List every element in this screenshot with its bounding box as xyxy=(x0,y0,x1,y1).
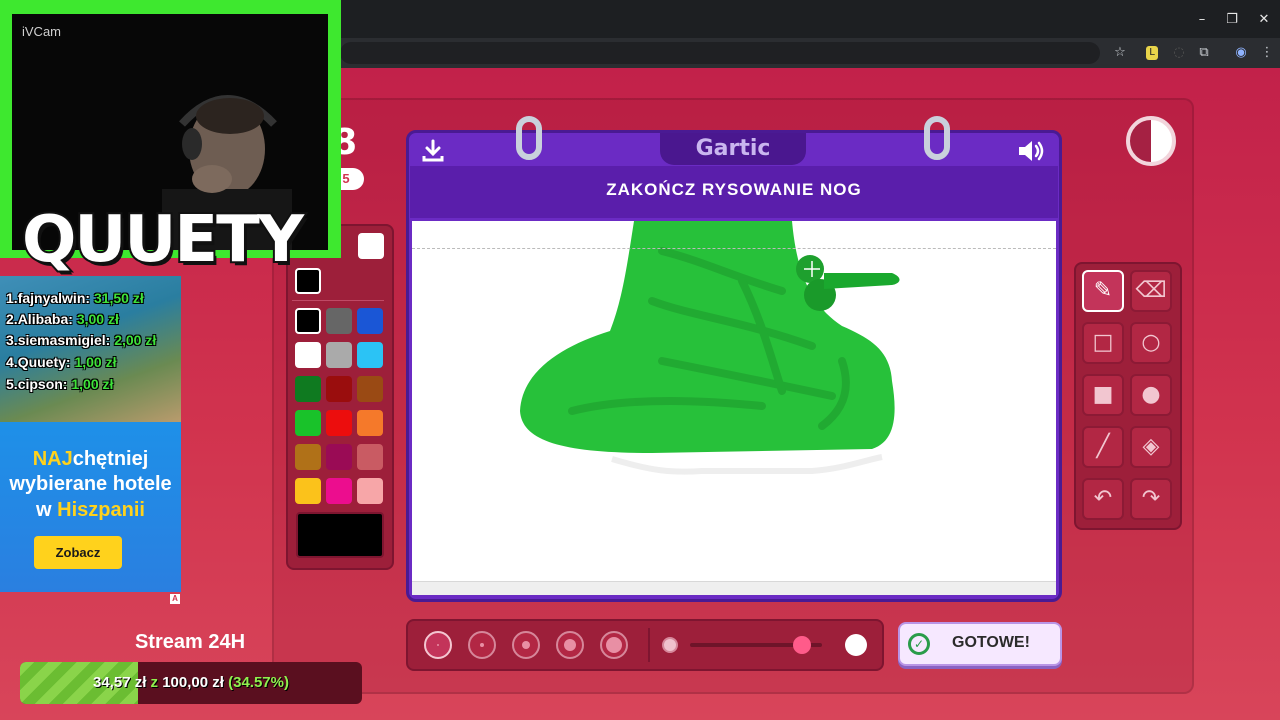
close-window-button[interactable]: ✕ xyxy=(1254,12,1274,27)
color-swatch[interactable] xyxy=(357,478,383,504)
donation-entry: 3.siemasmigiel: 2,00 zł xyxy=(6,332,157,348)
color-swatch[interactable] xyxy=(295,444,321,470)
brush-size-2[interactable] xyxy=(468,631,496,659)
address-bar[interactable] xyxy=(340,42,1100,64)
color-swatch[interactable] xyxy=(295,308,321,334)
color-swatch[interactable] xyxy=(357,308,383,334)
puzzle-icon[interactable]: ⧉ xyxy=(1195,44,1213,62)
menu-icon[interactable]: ⋮ xyxy=(1258,44,1276,62)
color-swatch[interactable] xyxy=(295,376,321,402)
color-swatch[interactable] xyxy=(326,444,352,470)
canvas-guide-line xyxy=(412,248,1056,249)
ad-line-3: w Hiszpanii xyxy=(36,499,145,521)
selected-color-preview xyxy=(296,512,384,558)
redo-icon[interactable]: ↷ xyxy=(1130,478,1172,520)
line-icon[interactable]: ╱ xyxy=(1082,426,1124,468)
brush-size-4[interactable] xyxy=(556,631,584,659)
palette-divider xyxy=(292,300,384,301)
controls-divider xyxy=(648,628,650,662)
volume-icon[interactable] xyxy=(1016,137,1048,165)
drawing-instruction: ZAKOŃCZ RYSOWANIE NOG xyxy=(606,180,862,199)
minimize-button[interactable]: – xyxy=(1192,12,1212,27)
star-icon[interactable]: ☆ xyxy=(1111,44,1129,62)
ad-line-2: wybierane hotele xyxy=(9,473,172,495)
round-timer xyxy=(1126,116,1176,166)
extension-icon[interactable]: ◌ xyxy=(1170,44,1188,62)
donation-entry: 4.Quuety: 1,00 zł xyxy=(6,354,117,370)
color-swatch[interactable] xyxy=(326,308,352,334)
fill-bucket-icon[interactable]: ◈ xyxy=(1130,426,1172,468)
eraser-icon[interactable]: ⌫ xyxy=(1130,270,1172,312)
brush-size-5[interactable] xyxy=(600,631,628,659)
stream-title: Stream 24H xyxy=(134,631,246,653)
color-swatch[interactable] xyxy=(326,410,352,436)
brush-size-1[interactable] xyxy=(424,631,452,659)
color-swatch[interactable] xyxy=(326,478,352,504)
notebook-pages-edge xyxy=(412,581,1056,595)
color-swatch[interactable] xyxy=(357,410,383,436)
circle-filled-icon[interactable]: ● xyxy=(1130,374,1172,416)
done-button-label: GOTOWE! xyxy=(952,634,1030,651)
rectangle-outline-icon[interactable]: □ xyxy=(1082,322,1124,364)
gartic-logo: Gartic xyxy=(660,133,806,165)
color-swatch[interactable] xyxy=(326,376,352,402)
donation-goal-text: 34,57 zł z 100,00 zł (34.57%) xyxy=(93,674,289,691)
adchoices-icon[interactable]: A xyxy=(170,594,180,604)
rectangle-filled-icon[interactable]: ■ xyxy=(1082,374,1124,416)
color-swatch[interactable] xyxy=(326,342,352,368)
drawing-canvas[interactable] xyxy=(412,221,1056,581)
color-swatch[interactable] xyxy=(357,376,383,402)
undo-icon[interactable]: ↶ xyxy=(1082,478,1124,520)
color-swatch[interactable] xyxy=(295,478,321,504)
binder-ring-right xyxy=(924,116,950,160)
circle-outline-icon[interactable]: ○ xyxy=(1130,322,1172,364)
recent-color-white[interactable] xyxy=(358,233,384,259)
extension-icon[interactable]: L xyxy=(1146,46,1158,60)
download-icon[interactable] xyxy=(420,138,446,164)
color-swatch[interactable] xyxy=(357,342,383,368)
drawing-strokes xyxy=(520,221,900,475)
donation-entry: 1.fajnyalwin: 31,50 zł xyxy=(6,290,144,306)
streamer-name: QUUETY xyxy=(20,201,306,279)
ad-cta-button[interactable]: Zobacz xyxy=(34,536,122,569)
restore-button[interactable]: ❐ xyxy=(1222,12,1242,27)
color-swatch[interactable] xyxy=(295,410,321,436)
donation-entry: 2.Alibaba: 3,00 zł xyxy=(6,311,119,327)
donation-leaderboard: 1.fajnyalwin: 31,50 zł 2.Alibaba: 3,00 z… xyxy=(0,276,181,422)
color-swatch[interactable] xyxy=(295,342,321,368)
binder-ring-left xyxy=(516,116,542,160)
donation-entry: 5.cipson: 1,00 zł xyxy=(6,376,114,392)
webcam-label: iVCam xyxy=(22,24,62,39)
check-icon: ✓ xyxy=(908,633,930,655)
profile-icon[interactable]: ◉ xyxy=(1232,44,1250,62)
color-swatch[interactable] xyxy=(357,444,383,470)
opacity-max-dot xyxy=(845,634,867,656)
brush-size-3[interactable] xyxy=(512,631,540,659)
pencil-icon[interactable]: ✎ xyxy=(1082,270,1124,312)
opacity-min-dot xyxy=(662,637,678,653)
ad-line-1: NAJchętniej xyxy=(32,448,149,470)
